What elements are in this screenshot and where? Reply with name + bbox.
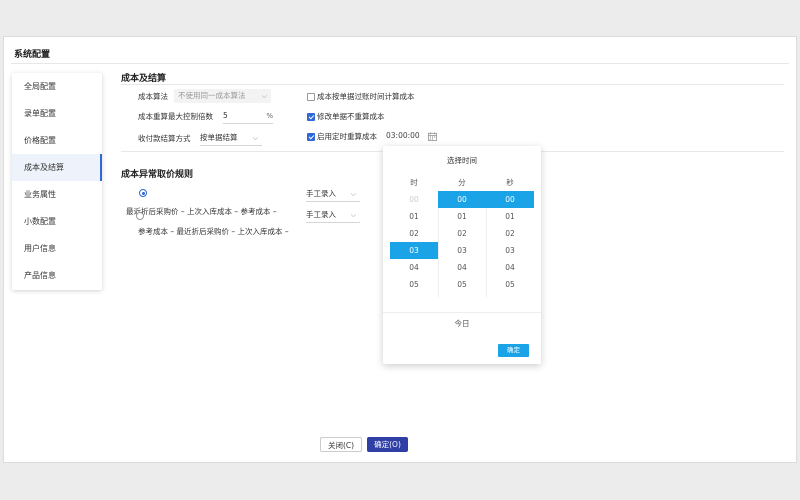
- second-column[interactable]: 00 01 02 03 04 05: [486, 191, 534, 297]
- no-recalc-label: 修改单据不重算成本: [317, 112, 385, 121]
- time-picker-divider: [383, 312, 541, 313]
- rule1-radio[interactable]: [139, 189, 147, 197]
- cost-section-title: 成本及结算: [121, 74, 167, 84]
- rule2-mode-select[interactable]: 手工录入 ⌵: [306, 208, 360, 223]
- second-option[interactable]: 05: [486, 276, 534, 293]
- minute-option[interactable]: 05: [438, 276, 486, 293]
- today-button[interactable]: 今日: [383, 318, 541, 329]
- abnormal-section-title: 成本异常取价规则: [121, 170, 194, 180]
- no-recalc-checkbox[interactable]: [307, 113, 315, 121]
- sidebar: 全局配置 录单配置 价格配置 成本及结算 业务属性 小数配置 用户信息 产品信息: [12, 73, 102, 290]
- second-option[interactable]: 02: [486, 225, 534, 242]
- hour-column[interactable]: 00 01 02 03 04 05: [390, 191, 438, 297]
- minute-option-selected[interactable]: 00: [438, 191, 486, 208]
- close-button[interactable]: 关闭(C): [320, 437, 362, 452]
- second-option[interactable]: 01: [486, 208, 534, 225]
- sidebar-item-global[interactable]: 全局配置: [12, 73, 102, 100]
- hour-option[interactable]: 01: [390, 208, 438, 225]
- dialog-title: 系统配置: [14, 50, 51, 60]
- hour-option[interactable]: 00: [390, 191, 438, 208]
- hour-option-selected[interactable]: 03: [390, 242, 438, 259]
- title-divider: [11, 63, 789, 64]
- sidebar-item-user-info[interactable]: 用户信息: [12, 235, 102, 262]
- chevron-down-icon: ⌵: [252, 134, 258, 142]
- max-recalc-label: 成本重算最大控制倍数: [138, 112, 213, 121]
- by-post-date-label: 成本按单据过账时间计算成本: [317, 92, 415, 101]
- cost-section-divider: [121, 84, 784, 85]
- rule2-radio[interactable]: [136, 212, 144, 220]
- minute-option[interactable]: 01: [438, 208, 486, 225]
- chevron-down-icon: ⌵: [261, 92, 267, 100]
- chevron-down-icon: ⌵: [350, 211, 356, 219]
- settlement-value: 按单据结算: [200, 133, 238, 142]
- settlement-label: 收付款结算方式: [138, 134, 191, 143]
- percent-unit: %: [266, 112, 273, 120]
- hour-option[interactable]: 04: [390, 259, 438, 276]
- minute-option[interactable]: 04: [438, 259, 486, 276]
- sidebar-item-product-info[interactable]: 产品信息: [12, 262, 102, 289]
- minute-column[interactable]: 00 01 02 03 04 05: [438, 191, 486, 297]
- timed-recalc-label: 启用定时重算成本: [317, 132, 377, 141]
- max-recalc-value: 5: [223, 111, 228, 120]
- hour-option[interactable]: 02: [390, 225, 438, 242]
- hour-header: 时: [410, 178, 418, 187]
- confirm-button[interactable]: 确定(O): [367, 437, 408, 452]
- calendar-icon[interactable]: [428, 132, 437, 141]
- hour-option[interactable]: 05: [390, 276, 438, 293]
- rule1-mode-select[interactable]: 手工录入 ⌵: [306, 187, 360, 202]
- time-picker-ok-button[interactable]: 确定: [498, 344, 529, 357]
- rule1-mode-value: 手工录入: [306, 189, 336, 198]
- sidebar-item-business-attr[interactable]: 业务属性: [12, 181, 102, 208]
- time-picker-popup: 选择时间 时 分 秒 00 01 02 03 04 05 00 01 02 03…: [383, 146, 541, 364]
- timed-recalc-time-input[interactable]: 03:00:00: [386, 131, 420, 140]
- rule1-text: 最近折后采购价 – 上次入库成本 – 参考成本 –: [126, 207, 277, 216]
- sidebar-item-price[interactable]: 价格配置: [12, 127, 102, 154]
- algorithm-label: 成本算法: [138, 92, 168, 101]
- second-option[interactable]: 03: [486, 242, 534, 259]
- chevron-down-icon: ⌵: [350, 190, 356, 198]
- minute-option[interactable]: 02: [438, 225, 486, 242]
- algorithm-select[interactable]: 不使用同一成本算法 ⌵: [174, 89, 271, 103]
- time-picker-title: 选择时间: [447, 156, 477, 165]
- minute-header: 分: [458, 178, 466, 187]
- max-recalc-input[interactable]: 5 %: [223, 109, 273, 124]
- sidebar-item-decimal[interactable]: 小数配置: [12, 208, 102, 235]
- settlement-select[interactable]: 按单据结算 ⌵: [200, 131, 262, 146]
- rule2-text: 参考成本 – 最近折后采购价 – 上次入库成本 –: [138, 227, 289, 236]
- rule2-mode-value: 手工录入: [306, 210, 336, 219]
- second-header: 秒: [506, 178, 514, 187]
- sidebar-item-cost-settlement[interactable]: 成本及结算: [12, 154, 102, 181]
- minute-option[interactable]: 03: [438, 242, 486, 259]
- by-post-date-checkbox[interactable]: [307, 93, 315, 101]
- timed-recalc-checkbox[interactable]: [307, 133, 315, 141]
- sidebar-item-entry[interactable]: 录单配置: [12, 100, 102, 127]
- algorithm-value: 不使用同一成本算法: [178, 91, 246, 100]
- second-option[interactable]: 04: [486, 259, 534, 276]
- second-option-selected[interactable]: 00: [486, 191, 534, 208]
